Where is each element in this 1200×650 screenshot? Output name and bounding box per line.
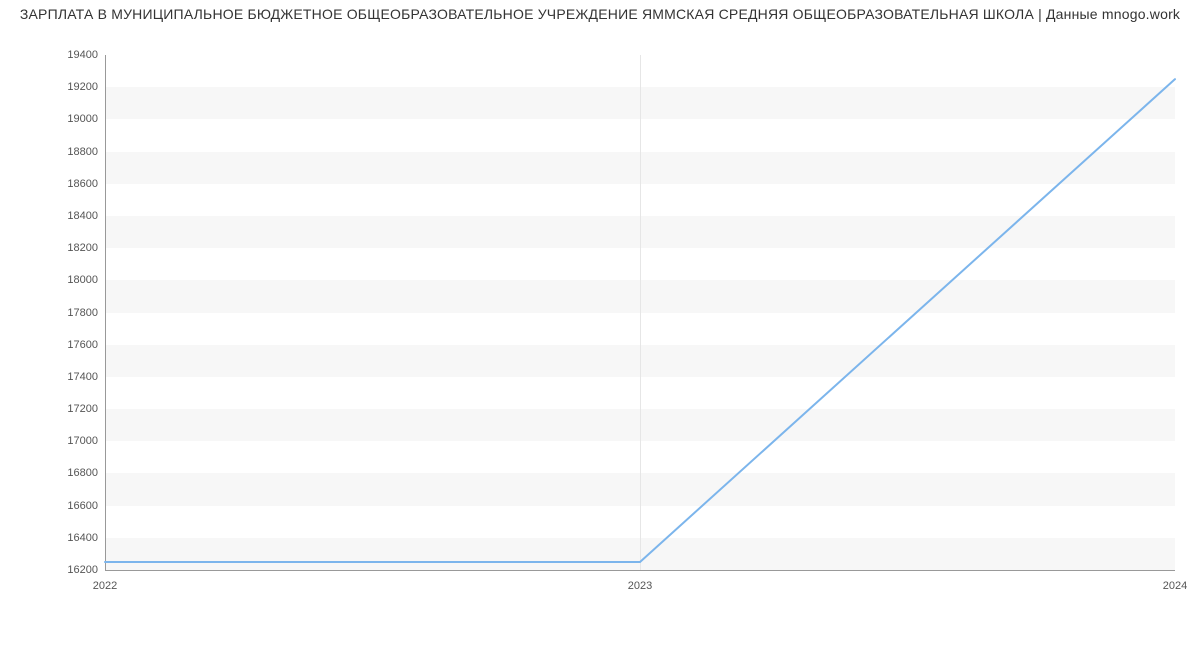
x-tick-label: 2024 xyxy=(1163,580,1187,592)
y-tick-label: 16200 xyxy=(48,564,98,576)
y-tick-label: 18600 xyxy=(48,178,98,190)
y-tick-label: 18800 xyxy=(48,146,98,158)
y-tick-label: 17200 xyxy=(48,403,98,415)
y-tick-label: 19000 xyxy=(48,113,98,125)
y-tick-label: 18200 xyxy=(48,242,98,254)
y-tick-label: 17000 xyxy=(48,435,98,447)
y-tick-label: 16600 xyxy=(48,500,98,512)
y-tick-label: 18400 xyxy=(48,210,98,222)
y-tick-label: 19400 xyxy=(48,49,98,61)
y-tick-label: 16400 xyxy=(48,532,98,544)
series-line xyxy=(105,55,1175,570)
y-tick-label: 18000 xyxy=(48,274,98,286)
y-tick-label: 17600 xyxy=(48,339,98,351)
y-tick-label: 17400 xyxy=(48,371,98,383)
salary-line-chart: ЗАРПЛАТА В МУНИЦИПАЛЬНОЕ БЮДЖЕТНОЕ ОБЩЕО… xyxy=(0,0,1200,650)
x-tick-label: 2023 xyxy=(628,580,652,592)
y-tick-label: 17800 xyxy=(48,307,98,319)
chart-title: ЗАРПЛАТА В МУНИЦИПАЛЬНОЕ БЮДЖЕТНОЕ ОБЩЕО… xyxy=(0,0,1200,22)
plot-area xyxy=(105,55,1175,571)
x-tick-label: 2022 xyxy=(93,580,117,592)
y-tick-label: 16800 xyxy=(48,467,98,479)
y-tick-label: 19200 xyxy=(48,81,98,93)
